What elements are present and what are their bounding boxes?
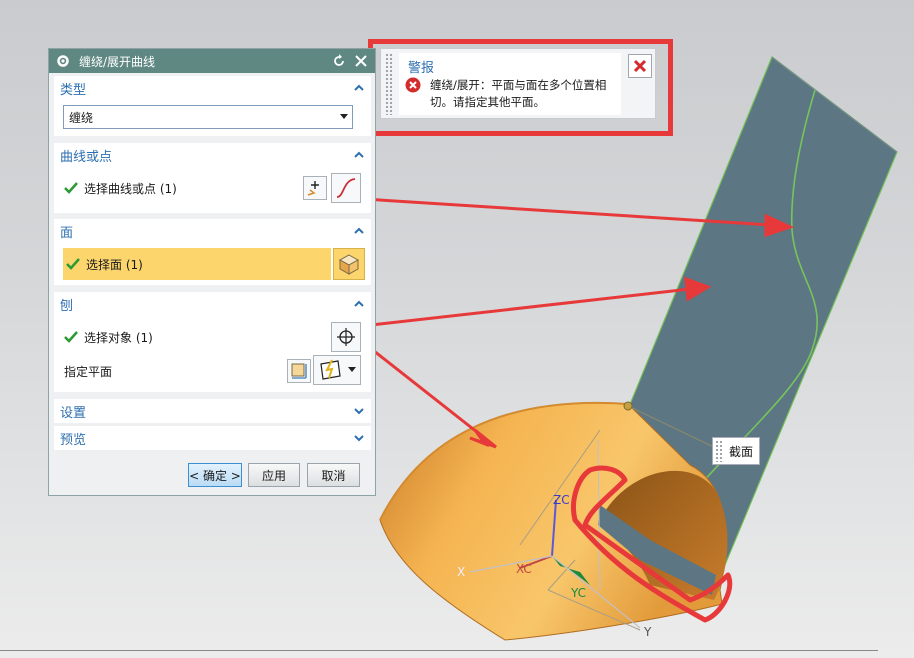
type-select-value: 缠绕 <box>69 110 94 125</box>
reset-icon[interactable] <box>331 53 347 69</box>
chevron-up-icon <box>354 227 364 234</box>
chevron-up-icon <box>354 84 364 91</box>
alert-popup: 警报 缠绕/展开：平面与面在多个位置相切。请指定其他平面。 <box>380 48 656 119</box>
check-icon <box>66 258 80 270</box>
chevron-up-icon <box>354 151 364 158</box>
add-curve-button[interactable] <box>303 176 327 200</box>
chevron-up-icon <box>354 300 364 307</box>
chevron-down-icon <box>336 106 352 128</box>
select-face-label: 选择面 (1) <box>86 257 143 272</box>
section-curve-title: 曲线或点 <box>60 149 113 165</box>
axis-label-x: X <box>457 565 466 579</box>
plane-dialog-icon <box>291 363 307 379</box>
error-icon <box>405 77 421 93</box>
plane-type-dropdown[interactable] <box>313 355 361 385</box>
chevron-down-icon <box>354 408 364 415</box>
chevron-down-icon <box>348 367 356 372</box>
section-tag[interactable]: 截面 <box>712 437 760 465</box>
cancel-button[interactable]: 取消 <box>307 463 360 487</box>
cube-icon <box>338 254 360 275</box>
guide-point <box>623 401 633 411</box>
axis-label-zc: ZC <box>553 493 570 507</box>
dialog-title: 缠绕/展开曲线 <box>79 54 156 69</box>
section-curve: 曲线或点 选择曲线或点 (1) <box>54 143 371 213</box>
curve-icon <box>336 178 356 198</box>
check-icon <box>64 182 78 194</box>
select-curve-label: 选择曲线或点 (1) <box>84 181 177 196</box>
close-icon <box>633 59 647 73</box>
select-face-row[interactable]: 选择面 (1) <box>63 248 331 280</box>
face-selector-button[interactable] <box>333 248 365 280</box>
alert-title: 警报 <box>408 61 435 76</box>
section-plane-header[interactable]: 刨 <box>54 292 371 316</box>
alert-close-button[interactable] <box>628 54 652 78</box>
section-curve-header[interactable]: 曲线或点 <box>54 143 371 167</box>
check-icon <box>64 331 78 343</box>
specify-plane-label: 指定平面 <box>64 364 113 379</box>
ok-button[interactable]: < 确定 > <box>188 463 242 487</box>
gear-icon <box>55 53 71 69</box>
section-preview-title: 预览 <box>60 432 87 448</box>
select-object-row[interactable]: 选择对象 (1) <box>54 324 371 350</box>
curve-selector-button[interactable] <box>331 173 361 203</box>
section-type: 类型 缠绕 <box>54 76 371 136</box>
section-face-header[interactable]: 面 <box>54 219 371 243</box>
status-divider <box>0 650 878 651</box>
tag-grip-icon <box>715 440 723 462</box>
section-type-header[interactable]: 类型 <box>54 76 371 100</box>
axis-label-yc: YC <box>571 586 587 600</box>
inferred-plane-icon <box>320 359 341 380</box>
section-settings[interactable]: 设置 <box>54 399 371 423</box>
apply-button[interactable]: 应用 <box>248 463 300 487</box>
section-settings-title: 设置 <box>60 405 87 421</box>
type-select[interactable]: 缠绕 <box>63 105 353 129</box>
section-plane: 刨 选择对象 (1) 指定平面 <box>54 292 371 392</box>
select-object-label: 选择对象 (1) <box>84 330 153 345</box>
object-selector-button[interactable] <box>331 322 361 352</box>
section-tag-label: 截面 <box>729 444 754 459</box>
section-face-title: 面 <box>60 225 74 241</box>
add-curve-icon <box>307 181 319 196</box>
axis-label-xc: XC <box>516 562 532 576</box>
section-plane-title: 刨 <box>60 298 74 314</box>
axis-label-y: Y <box>644 625 652 639</box>
chevron-down-icon <box>354 435 364 442</box>
close-icon[interactable] <box>353 53 369 69</box>
section-face: 面 选择面 (1) <box>54 219 371 285</box>
crosshair-icon <box>337 328 355 346</box>
alert-grip-icon[interactable] <box>385 53 393 115</box>
dialog-title-bar[interactable]: 缠绕/展开曲线 <box>49 49 375 73</box>
alert-message: 缠绕/展开：平面与面在多个位置相切。请指定其他平面。 <box>430 78 607 109</box>
plane-dialog-button[interactable] <box>287 359 311 383</box>
wrap-unwrap-dialog: 缠绕/展开曲线 类型 缠绕 曲线或点 选择曲线或点 (1) 面 选择面 (1) … <box>48 48 376 496</box>
section-preview[interactable]: 预览 <box>54 426 371 450</box>
section-type-title: 类型 <box>60 82 87 98</box>
